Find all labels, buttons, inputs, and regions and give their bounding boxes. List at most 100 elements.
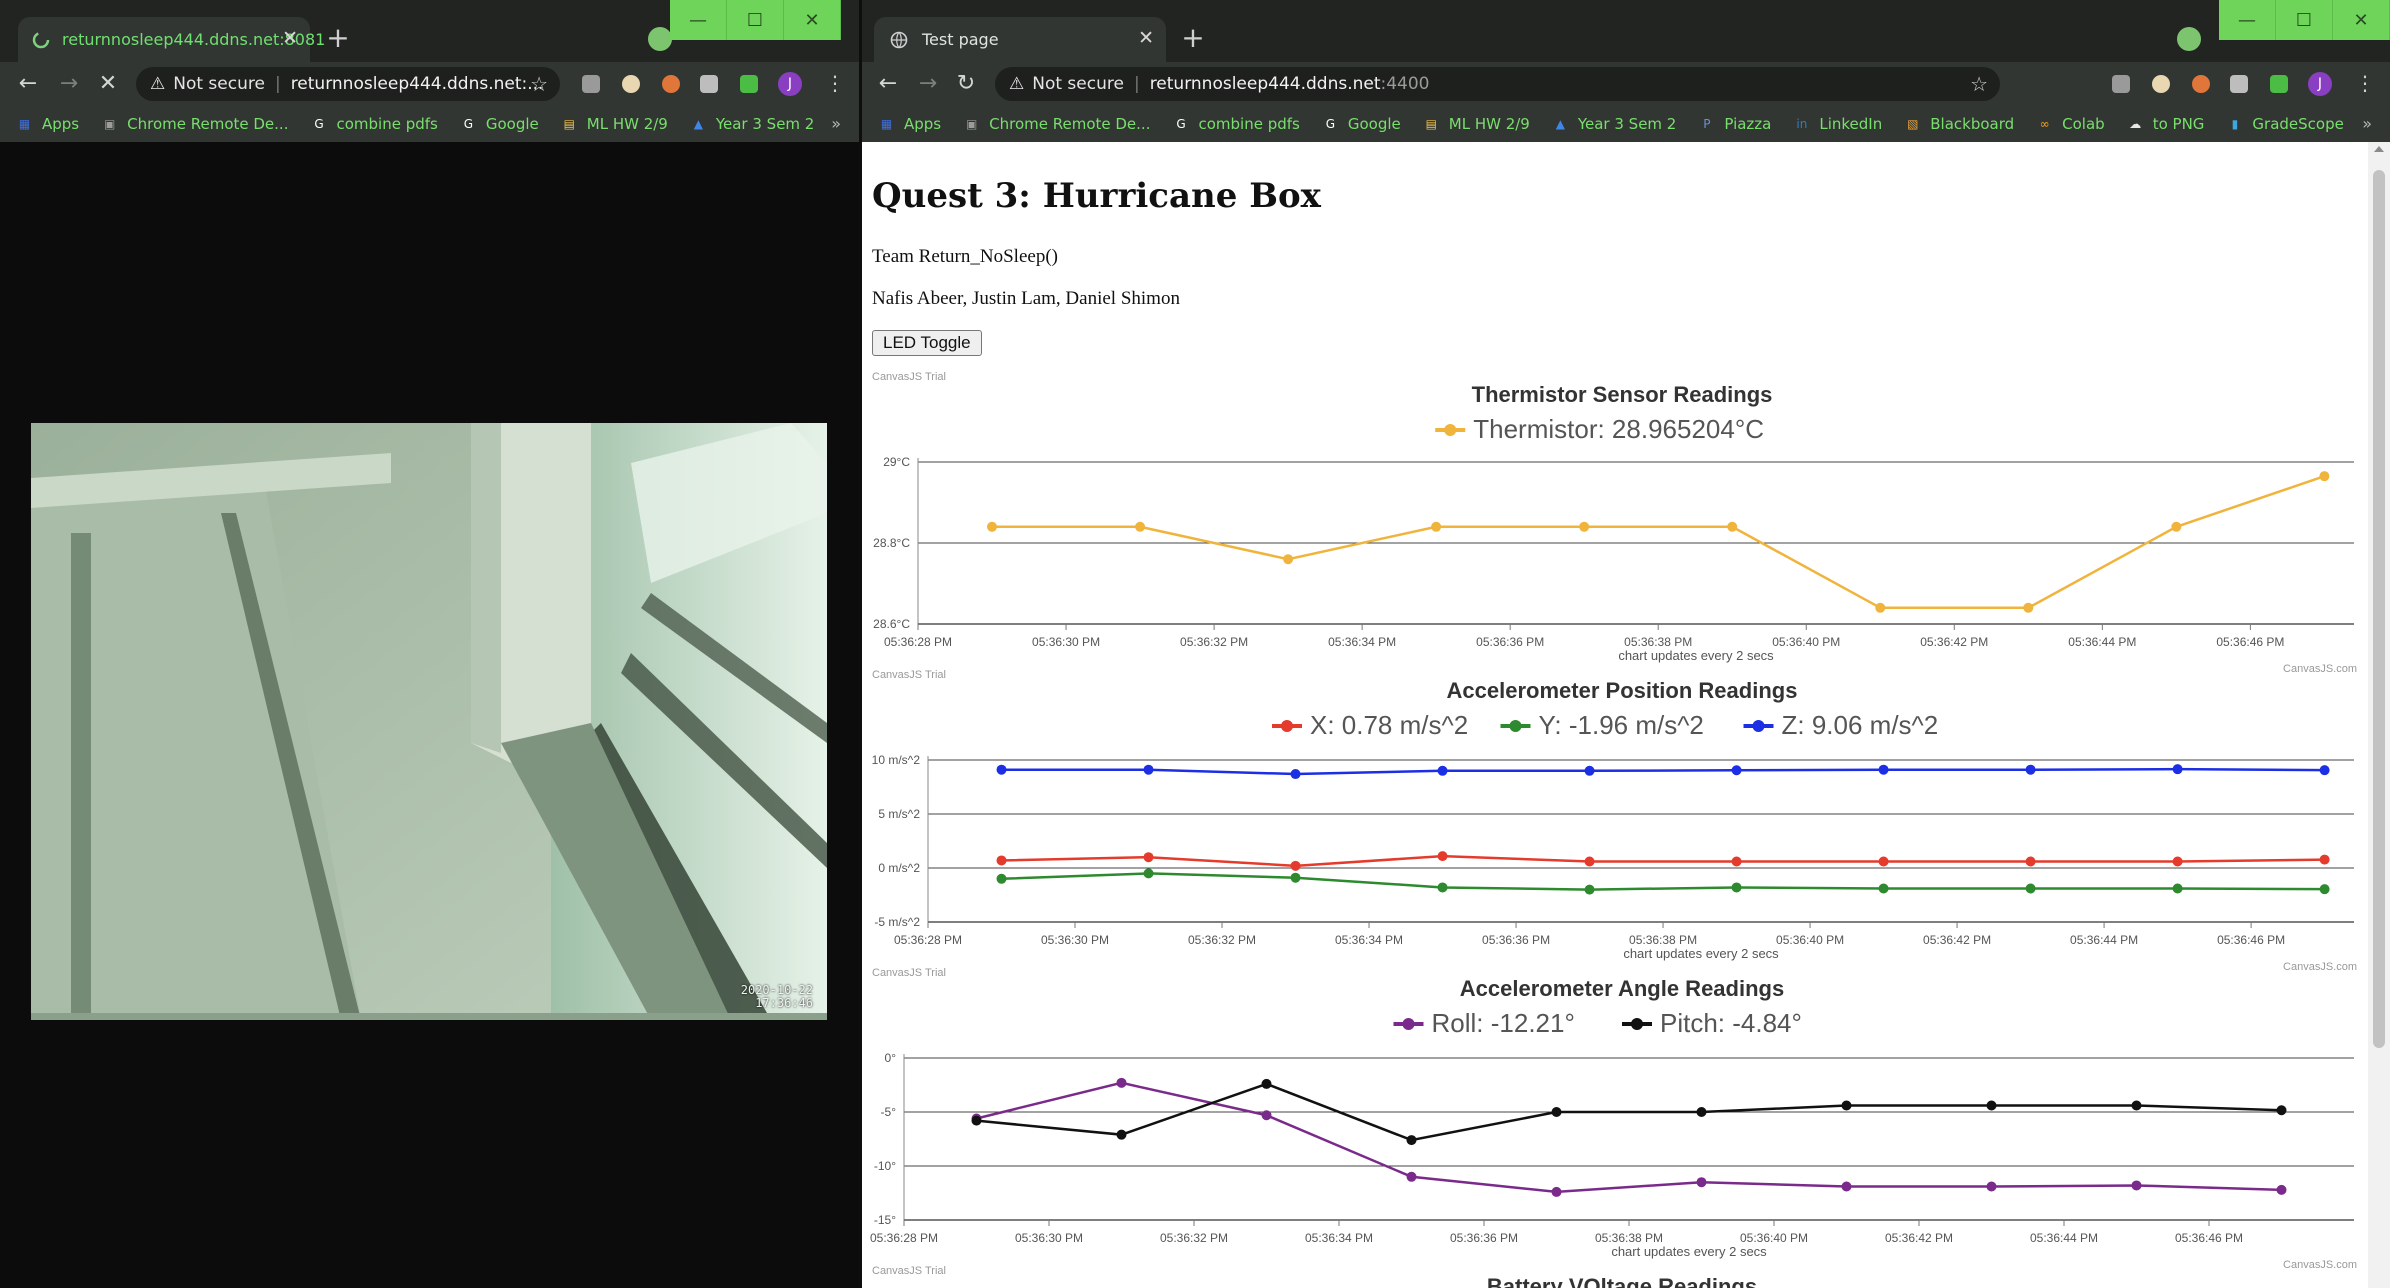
bookmark-ml-hw-2-9[interactable]: ▤ ML HW 2/9 xyxy=(561,115,668,133)
extension-icon[interactable] xyxy=(2192,75,2210,93)
forward-button[interactable]: → xyxy=(914,70,942,98)
bookmark-star-icon[interactable]: ☆ xyxy=(1970,72,1988,96)
led-toggle-button[interactable]: LED Toggle xyxy=(872,330,982,356)
loading-spinner-icon xyxy=(32,29,50,51)
minimize-button[interactable]: — xyxy=(670,0,727,40)
bookmark-combine-pdfs[interactable]: Gcombine pdfs xyxy=(310,115,438,133)
back-button[interactable]: ← xyxy=(874,70,902,98)
more-bookmarks-icon[interactable]: » xyxy=(2362,114,2372,133)
data-point-z xyxy=(996,764,1007,775)
tab-strip: Test page ✕ + — ☐ ✕ xyxy=(862,0,2390,62)
data-point-thermistor xyxy=(2319,471,2330,482)
bookmark-gradescope[interactable]: ▮ GradeScope xyxy=(2226,115,2344,133)
close-window-button[interactable]: ✕ xyxy=(2333,0,2390,40)
close-tab-icon[interactable]: ✕ xyxy=(282,27,298,49)
bookmark-google[interactable]: G Google xyxy=(460,115,539,133)
tab-search-icon[interactable] xyxy=(648,27,672,51)
address-bar[interactable]: ⚠ Not secure | returnnosleep444.ddns.net… xyxy=(136,67,560,101)
bookmark-to-png[interactable]: ☁ to PNG xyxy=(2127,115,2204,133)
x-tick-label: 05:36:38 PM xyxy=(1624,635,1692,649)
legend-marker-dot xyxy=(1631,1018,1643,1030)
bookmark-year-3-sem-2[interactable]: ▲ Year 3 Sem 2 xyxy=(690,115,815,133)
page-scrollbar[interactable] xyxy=(2368,142,2390,1288)
menu-kebab-icon[interactable]: ⋮ xyxy=(825,72,845,96)
more-bookmarks-icon[interactable]: » xyxy=(831,114,841,133)
data-point-thermistor xyxy=(1431,521,1442,532)
bookmark-combine-pdfs[interactable]: Gcombine pdfs xyxy=(1172,114,1300,133)
data-point-thermistor xyxy=(1875,602,1886,613)
maximize-button[interactable]: ☐ xyxy=(2276,0,2333,40)
chart-title: Thermistor Sensor Readings xyxy=(1472,382,1773,407)
data-point-roll xyxy=(1261,1110,1272,1121)
extension-icon[interactable] xyxy=(2112,75,2130,93)
chart-title: Accelerometer Angle Readings xyxy=(1460,976,1784,1001)
extension-icon[interactable] xyxy=(622,75,640,93)
bookmark-chrome-remote-de[interactable]: ▣ Chrome Remote De... xyxy=(101,115,289,133)
bookmark-chrome-remote-de[interactable]: ▣ Chrome Remote De... xyxy=(963,115,1151,133)
maximize-button[interactable]: ☐ xyxy=(727,0,784,40)
x-tick-label: 05:36:34 PM xyxy=(1335,933,1403,947)
warning-triangle-icon: ⚠ xyxy=(1009,74,1025,94)
tab-search-icon[interactable] xyxy=(2177,27,2201,51)
data-point-z xyxy=(2025,764,2036,775)
bookmark-piazza[interactable]: P Piazza xyxy=(1698,115,1771,133)
bookmark-label: combine pdfs xyxy=(1198,114,1300,133)
omnibox-separator: | xyxy=(274,74,281,94)
data-point-x xyxy=(2319,854,2330,865)
doc-icon: ▤ xyxy=(1425,116,1437,131)
apps-grid-icon: ▦ xyxy=(880,116,893,131)
forward-button[interactable]: → xyxy=(55,70,83,98)
extension-icon[interactable] xyxy=(582,75,600,93)
canvasjs-trial-label: CanvasJS Trial xyxy=(872,670,946,681)
bookmark-apps[interactable]: ▦ Apps xyxy=(16,115,79,133)
menu-kebab-icon[interactable]: ⋮ xyxy=(2355,72,2375,96)
bookmark-ml-hw-2-9[interactable]: ▤ ML HW 2/9 xyxy=(1423,115,1530,133)
x-tick-label: 05:36:42 PM xyxy=(1885,1231,1953,1245)
reload-button[interactable]: ↻ xyxy=(952,70,980,98)
bookmark-label: Google xyxy=(1347,114,1401,133)
data-point-x xyxy=(2172,856,2183,867)
extension-icon[interactable] xyxy=(2230,75,2248,93)
minimize-button[interactable]: — xyxy=(2219,0,2276,40)
scroll-up-arrow-icon[interactable] xyxy=(2374,146,2384,152)
right-browser-window: Test page ✕ + — ☐ ✕ ← → ↻ ⚠ Not secure |… xyxy=(862,0,2390,1288)
bookmark-apps[interactable]: ▦ Apps xyxy=(878,115,941,133)
bookmark-colab[interactable]: ∞ Colab xyxy=(2036,115,2105,133)
x-axis-title: chart updates every 2 secs xyxy=(1623,946,1779,961)
y-tick-label: 0 m/s^2 xyxy=(878,861,920,875)
tab-stream[interactable]: returnnosleep444.ddns.net:8081 ✕ xyxy=(18,17,325,62)
bookmark-year-3-sem-2[interactable]: ▲ Year 3 Sem 2 xyxy=(1552,115,1677,133)
bookmarks-bar: ▦ Apps ▣ Chrome Remote De... Gcombine pdfs G G… xyxy=(862,105,2390,142)
bookmark-blackboard[interactable]: ▧ Blackboard xyxy=(1904,115,2014,133)
new-tab-button[interactable]: + xyxy=(1176,21,1210,55)
y-tick-label: -5 m/s^2 xyxy=(874,915,920,929)
y-tick-label: 28.6°C xyxy=(873,617,910,631)
extension-icon[interactable] xyxy=(700,75,718,93)
address-bar[interactable]: ⚠ Not secure | returnnosleep444.ddns.net… xyxy=(995,67,2000,101)
x-tick-label: 05:36:46 PM xyxy=(2216,635,2284,649)
close-tab-icon[interactable]: ✕ xyxy=(1138,27,1154,49)
puzzle-extensions-icon[interactable] xyxy=(2270,75,2288,93)
data-point-x xyxy=(996,855,1007,866)
x-tick-label: 05:36:40 PM xyxy=(1776,933,1844,947)
new-tab-button[interactable]: + xyxy=(321,21,355,55)
legend-marker-dot xyxy=(1281,720,1293,732)
back-button[interactable]: ← xyxy=(14,70,42,98)
profile-avatar[interactable]: J xyxy=(778,72,802,96)
stop-loading-button[interactable]: ✕ xyxy=(94,70,122,98)
data-point-z xyxy=(1290,769,1301,780)
extension-icon[interactable] xyxy=(2152,75,2170,93)
scrollbar-thumb[interactable] xyxy=(2373,170,2385,1048)
legend-entry: Pitch: -4.84° xyxy=(1660,1008,1802,1038)
close-window-button[interactable]: ✕ xyxy=(784,0,841,40)
bookmark-google[interactable]: G Google xyxy=(1322,115,1401,133)
bookmark-linkedin[interactable]: in LinkedIn xyxy=(1793,115,1882,133)
bookmark-star-icon[interactable]: ☆ xyxy=(530,72,548,96)
extension-icon[interactable] xyxy=(662,75,680,93)
puzzle-extensions-icon[interactable] xyxy=(740,75,758,93)
desktop: returnnosleep444.ddns.net:8081 ✕ + — ☐ ✕… xyxy=(0,0,2390,1288)
profile-avatar[interactable]: J xyxy=(2308,72,2332,96)
tab-test-page[interactable]: Test page ✕ xyxy=(874,17,1166,62)
window-controls: — ☐ ✕ xyxy=(670,0,841,40)
google-icon: G xyxy=(314,116,324,131)
